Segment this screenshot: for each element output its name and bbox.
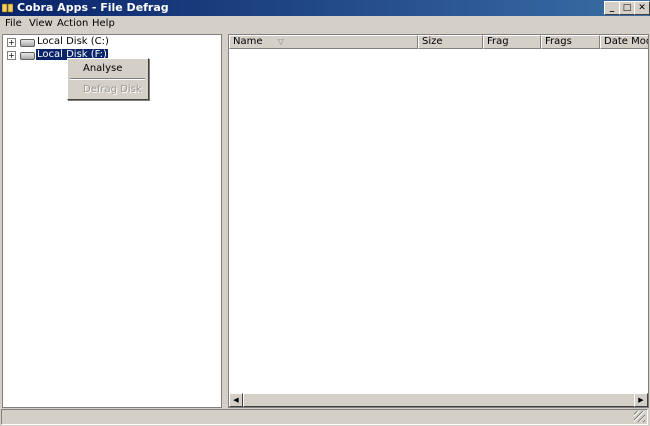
minimize-button[interactable]: _ [604,1,620,15]
context-menu-label: Analyse [83,63,123,74]
file-list[interactable]: Name ▽ Size Frag Frags Date Modifi ◀ ▶ [228,34,649,408]
expand-icon[interactable]: + [7,51,16,60]
column-header-frags[interactable]: Frags [541,35,600,49]
context-menu-defrag-disk: Defrag Disk [68,82,148,97]
app-folder-icon [2,3,13,13]
column-header-label: Frag [487,36,509,47]
column-header-name[interactable]: Name ▽ [229,35,418,49]
column-header-frag[interactable]: Frag [483,35,541,49]
context-menu: Analyse Defrag Disk [67,58,149,100]
maximize-button[interactable]: □ [619,1,635,15]
menu-action[interactable]: Action [57,18,88,29]
title-bar: Cobra Apps - File Defrag _ □ ✕ [0,0,650,16]
sort-icon: ▽ [277,37,284,46]
scroll-left-icon[interactable]: ◀ [229,393,243,407]
column-header-label: Size [422,36,443,47]
scroll-thumb[interactable] [243,393,635,407]
expand-icon[interactable]: + [7,38,16,47]
tree-item-local-disk-c[interactable]: + Local Disk (C:) [3,36,203,49]
tree-item-label[interactable]: Local Disk (C:) [36,36,110,47]
context-menu-analyse[interactable]: Analyse [68,61,148,76]
context-menu-separator [70,78,145,80]
column-header-label: Name [233,36,263,47]
column-header-label: Frags [545,36,572,47]
context-menu-label: Defrag Disk [83,84,142,95]
scroll-right-icon[interactable]: ▶ [634,393,648,407]
resize-grip-icon[interactable] [634,411,645,422]
drive-icon [20,52,35,60]
pane-splitter[interactable] [222,34,227,408]
list-header: Name ▽ Size Frag Frags Date Modifi [229,35,648,49]
menu-file[interactable]: File [5,18,22,29]
menu-view[interactable]: View [29,18,53,29]
column-header-size[interactable]: Size [418,35,483,49]
status-bar [1,409,648,425]
menu-bar: File View Action Help [0,16,650,32]
column-header-date-modified[interactable]: Date Modifi [600,35,648,49]
window-title: Cobra Apps - File Defrag [17,1,169,14]
horizontal-scrollbar[interactable]: ◀ ▶ [229,393,648,407]
close-button[interactable]: ✕ [634,1,650,15]
drive-icon [20,39,35,47]
column-header-label: Date Modifi [604,36,648,47]
menu-help[interactable]: Help [92,18,115,29]
